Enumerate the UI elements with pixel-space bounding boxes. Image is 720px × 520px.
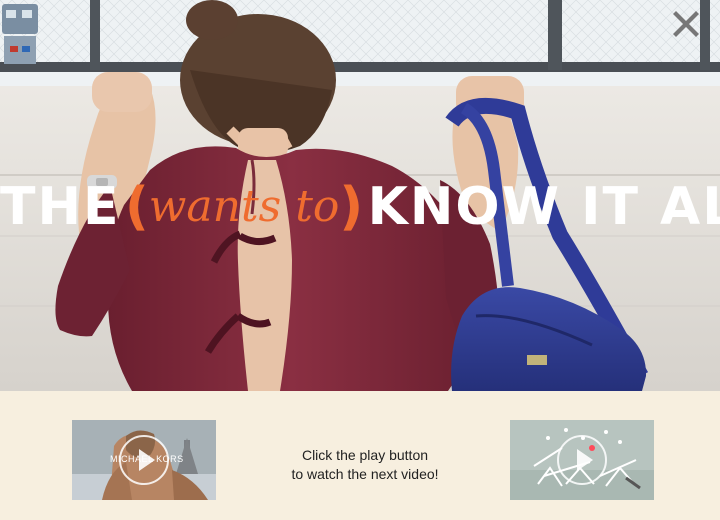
previous-video-thumbnail[interactable]: MICHAEL KORS (72, 420, 216, 500)
hero-title-open-paren: ( (124, 177, 149, 237)
next-video-message-line-2: to watch the next video! (291, 466, 439, 482)
close-icon (673, 11, 699, 37)
video-overlay-modal: THE (wants to) KNOW IT ALL MICHAEL KORS … (0, 0, 720, 520)
next-video-message-line-1: Click the play button (301, 447, 429, 463)
hero-title-the: THE (0, 177, 121, 237)
next-video-thumbnail[interactable] (510, 420, 654, 500)
hero-title: THE (wants to) KNOW IT ALL (0, 181, 720, 233)
close-button[interactable] (670, 8, 702, 40)
hero-title-accent: wants to (148, 181, 340, 232)
next-video-panel: MICHAEL KORS Click the play button to wa… (0, 391, 720, 520)
hero-photo: THE (wants to) KNOW IT ALL (0, 0, 720, 391)
hero-title-close-paren: ) (339, 177, 364, 237)
thumbnail-brand-text: MICHAEL KORS (110, 454, 184, 464)
next-video-message: Click the play button to watch the next … (250, 446, 480, 484)
hero-title-know-it-all: KNOW IT ALL (367, 177, 720, 237)
play-icon[interactable] (557, 435, 607, 485)
